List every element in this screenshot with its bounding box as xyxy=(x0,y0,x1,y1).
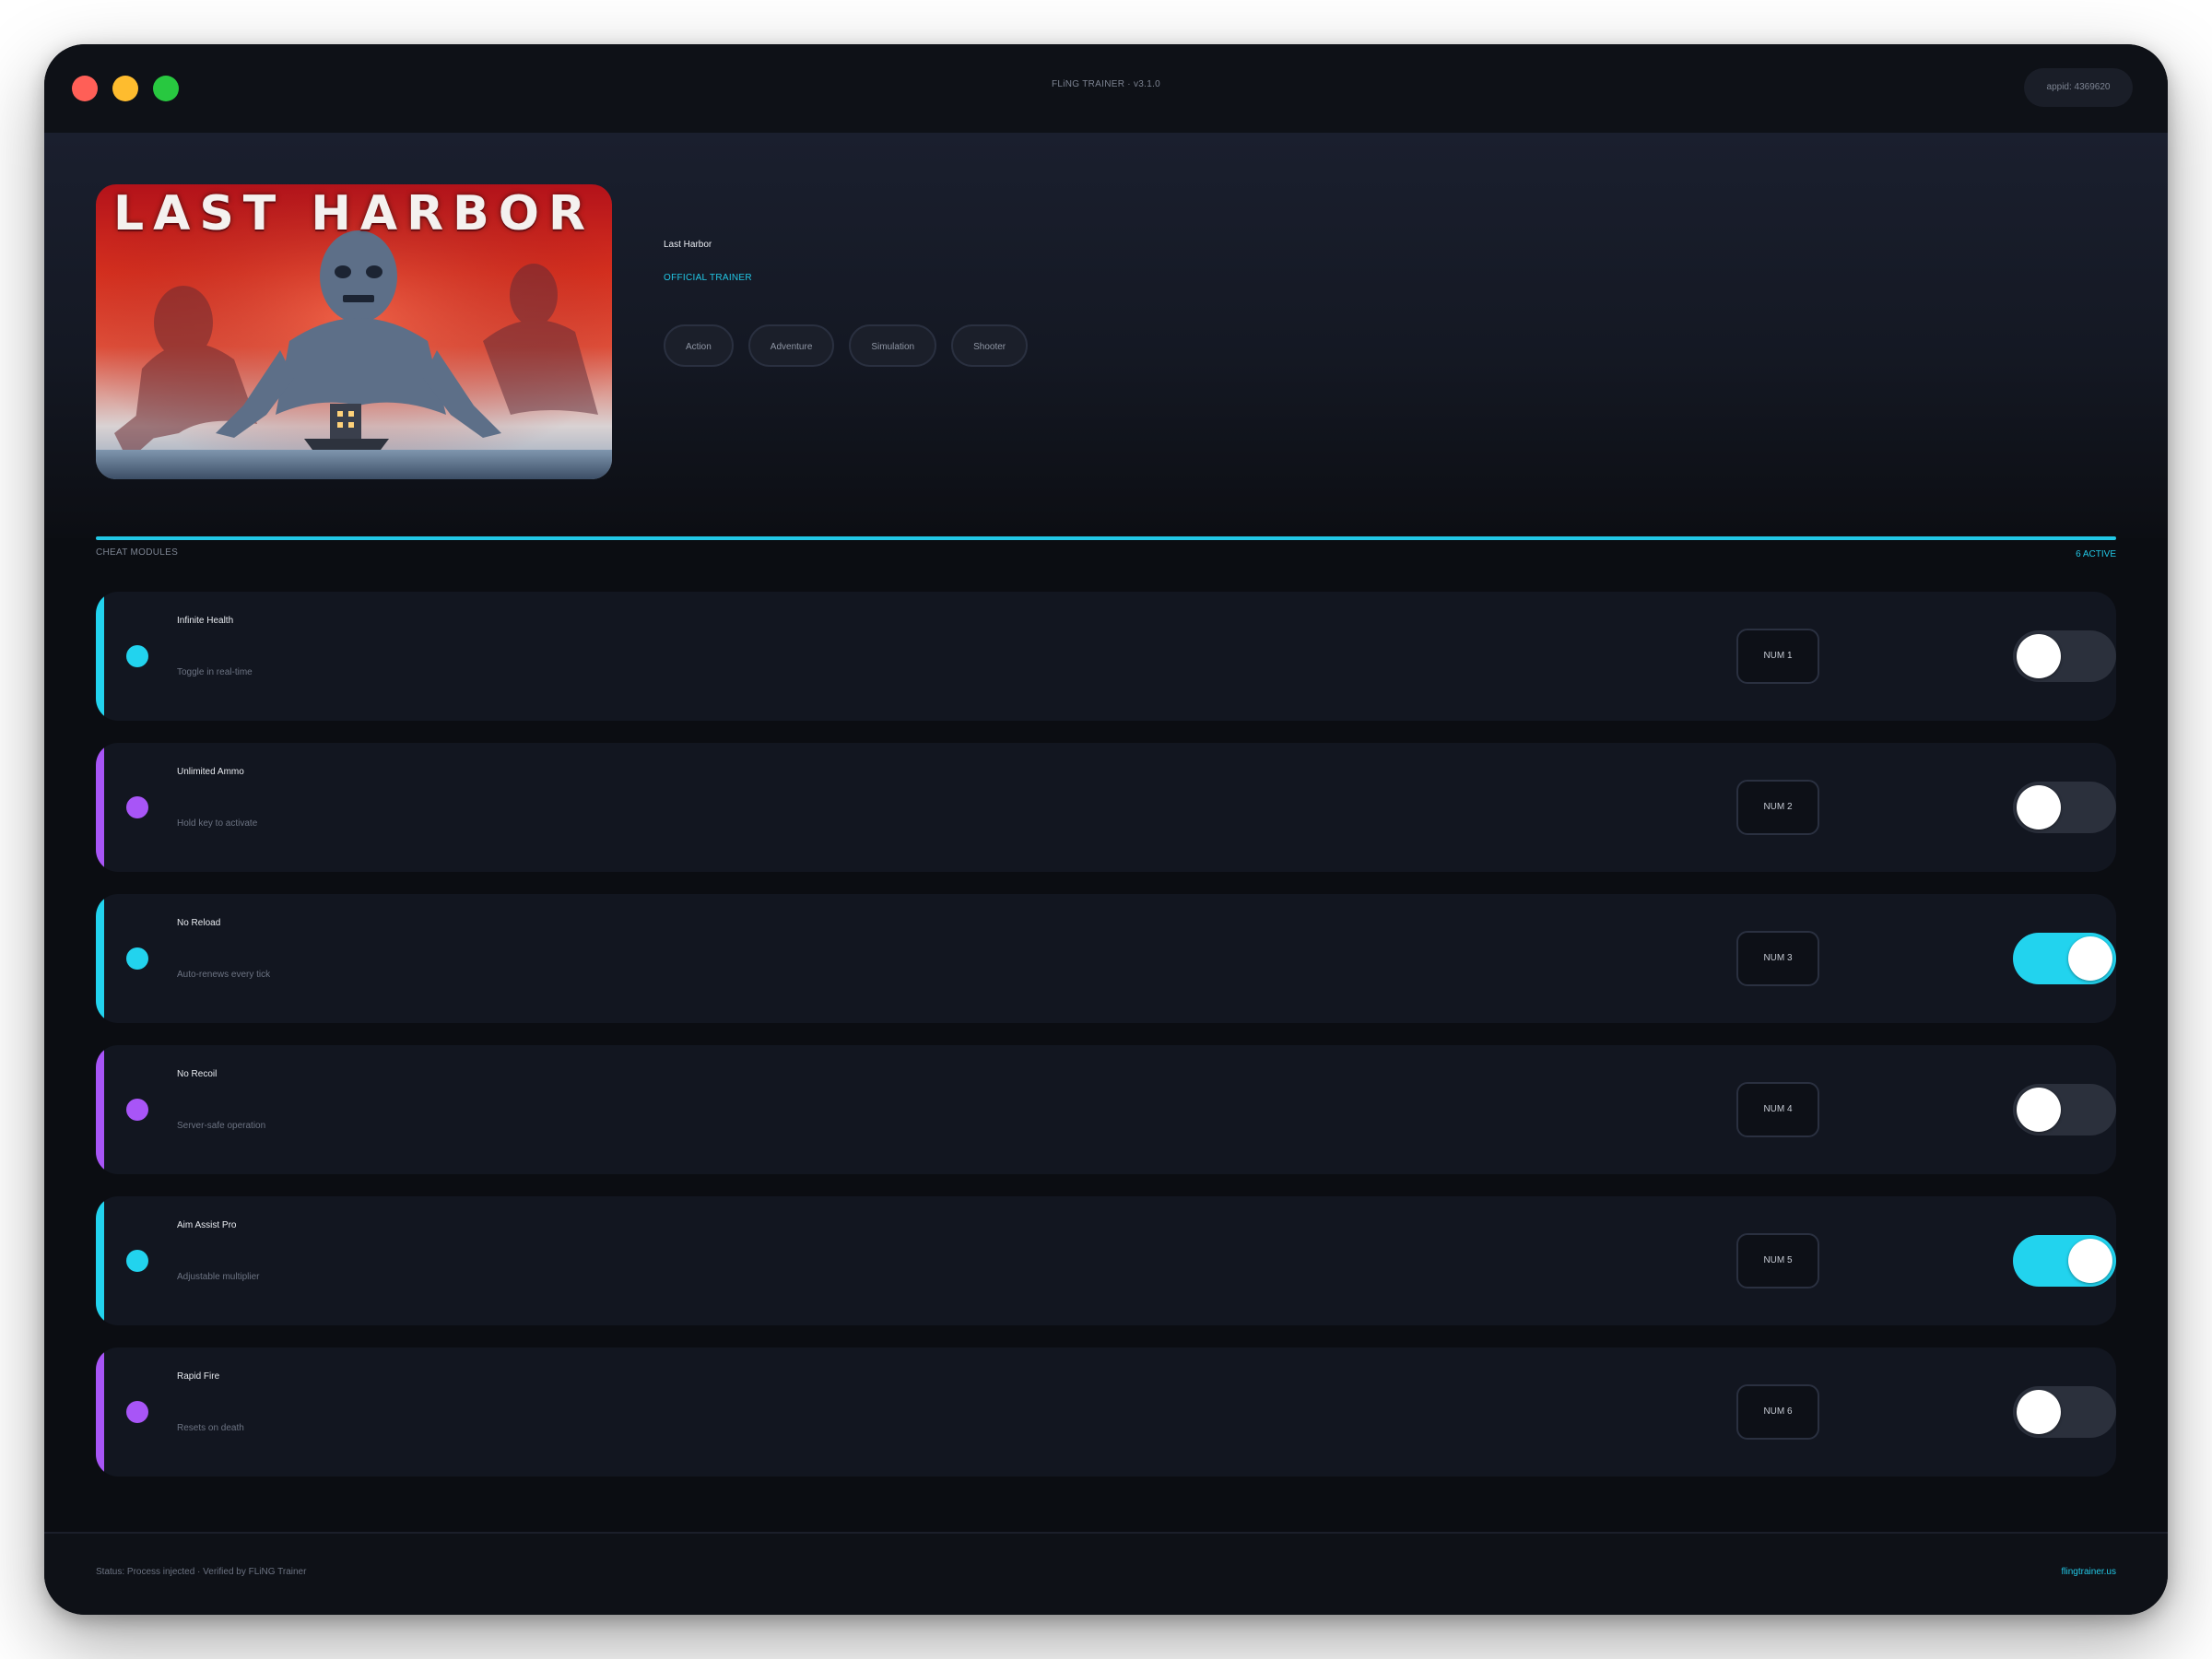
hotkey-button[interactable]: NUM 5 xyxy=(1736,1233,1819,1288)
module-status-dot xyxy=(126,1099,148,1121)
official-trainer-badge: OFFICIAL TRAINER xyxy=(664,273,752,283)
hotkey-button[interactable]: NUM 6 xyxy=(1736,1384,1819,1440)
module-toggle[interactable] xyxy=(2013,630,2116,682)
module-name: Unlimited Ammo xyxy=(177,767,244,777)
hotkey-button[interactable]: NUM 1 xyxy=(1736,629,1819,684)
module-name: No Recoil xyxy=(177,1069,218,1079)
module-name: Infinite Health xyxy=(177,616,234,626)
section-title: CHEAT MODULES xyxy=(96,547,179,558)
hotkey-button[interactable]: NUM 2 xyxy=(1736,780,1819,835)
module-accent-bar xyxy=(96,743,104,872)
status-footer: Status: Process injected · Verified by F… xyxy=(44,1532,2168,1615)
app-title: FLiNG TRAINER · v3.1.0 xyxy=(1051,79,1161,89)
genre-tag[interactable]: Simulation xyxy=(849,324,937,367)
module-accent-bar xyxy=(96,894,104,1023)
module-accent-bar xyxy=(96,592,104,721)
cheat-module-infinite-health: Infinite Health Toggle in real-time NUM … xyxy=(96,592,2116,721)
game-name: Last Harbor xyxy=(664,240,712,250)
module-description: Server-safe operation xyxy=(177,1121,266,1131)
module-status-dot xyxy=(126,645,148,667)
module-toggle[interactable] xyxy=(2013,933,2116,984)
genre-tags: Action Adventure Simulation Shooter xyxy=(664,324,1029,367)
module-description: Toggle in real-time xyxy=(177,667,253,677)
cheat-module-unlimited-ammo: Unlimited Ammo Hold key to activate NUM … xyxy=(96,743,2116,872)
cheat-module-no-reload: No Reload Auto-renews every tick NUM 3 xyxy=(96,894,2116,1023)
module-name: No Reload xyxy=(177,918,221,928)
section-divider xyxy=(96,536,2116,540)
module-description: Auto-renews every tick xyxy=(177,970,271,980)
toggle-knob xyxy=(2017,1390,2061,1434)
module-description: Adjustable multiplier xyxy=(177,1272,260,1282)
genre-tag[interactable]: Adventure xyxy=(747,324,835,367)
module-status-dot xyxy=(126,947,148,970)
module-toggle[interactable] xyxy=(2013,1084,2116,1135)
game-cover-art: LAST HARBOR xyxy=(96,184,612,479)
module-status-dot xyxy=(126,1250,148,1272)
toggle-knob xyxy=(2017,1088,2061,1132)
website-link[interactable]: flingtrainer.us xyxy=(2062,1567,2116,1577)
module-status-dot xyxy=(126,1401,148,1423)
cheat-module-aim-assist-pro: Aim Assist Pro Adjustable multiplier NUM… xyxy=(96,1196,2116,1325)
toggle-knob xyxy=(2017,785,2061,830)
module-status-dot xyxy=(126,796,148,818)
hotkey-button[interactable]: NUM 3 xyxy=(1736,931,1819,986)
cheat-module-no-recoil: No Recoil Server-safe operation NUM 4 xyxy=(96,1045,2116,1174)
cover-title-text: LAST HARBOR xyxy=(112,186,595,241)
module-accent-bar xyxy=(96,1347,104,1477)
status-text: Status: Process injected · Verified by F… xyxy=(96,1567,307,1577)
module-toggle[interactable] xyxy=(2013,1386,2116,1438)
genre-tag[interactable]: Shooter xyxy=(951,324,1029,367)
active-count: 6 ACTIVE xyxy=(2076,549,2116,559)
appid-badge: appid: 4369620 xyxy=(2024,68,2133,107)
module-name: Aim Assist Pro xyxy=(177,1220,237,1230)
module-toggle[interactable] xyxy=(2013,782,2116,833)
title-bar: FLiNG TRAINER · v3.1.0 appid: 4369620 xyxy=(44,44,2168,135)
module-accent-bar xyxy=(96,1045,104,1174)
module-name: Rapid Fire xyxy=(177,1371,220,1382)
cheat-module-rapid-fire: Rapid Fire Resets on death NUM 6 xyxy=(96,1347,2116,1477)
hotkey-button[interactable]: NUM 4 xyxy=(1736,1082,1819,1137)
toggle-knob xyxy=(2068,936,2112,981)
toggle-knob xyxy=(2068,1239,2112,1283)
module-description: Hold key to activate xyxy=(177,818,258,829)
module-toggle[interactable] xyxy=(2013,1235,2116,1287)
module-accent-bar xyxy=(96,1196,104,1325)
trainer-window: FLiNG TRAINER · v3.1.0 appid: 4369620 LA… xyxy=(44,44,2168,1615)
toggle-knob xyxy=(2017,634,2061,678)
module-description: Resets on death xyxy=(177,1423,244,1433)
game-header: LAST HARBOR Last Harbor OFFICIAL TRAINER… xyxy=(44,133,2168,538)
genre-tag[interactable]: Action xyxy=(664,324,734,367)
